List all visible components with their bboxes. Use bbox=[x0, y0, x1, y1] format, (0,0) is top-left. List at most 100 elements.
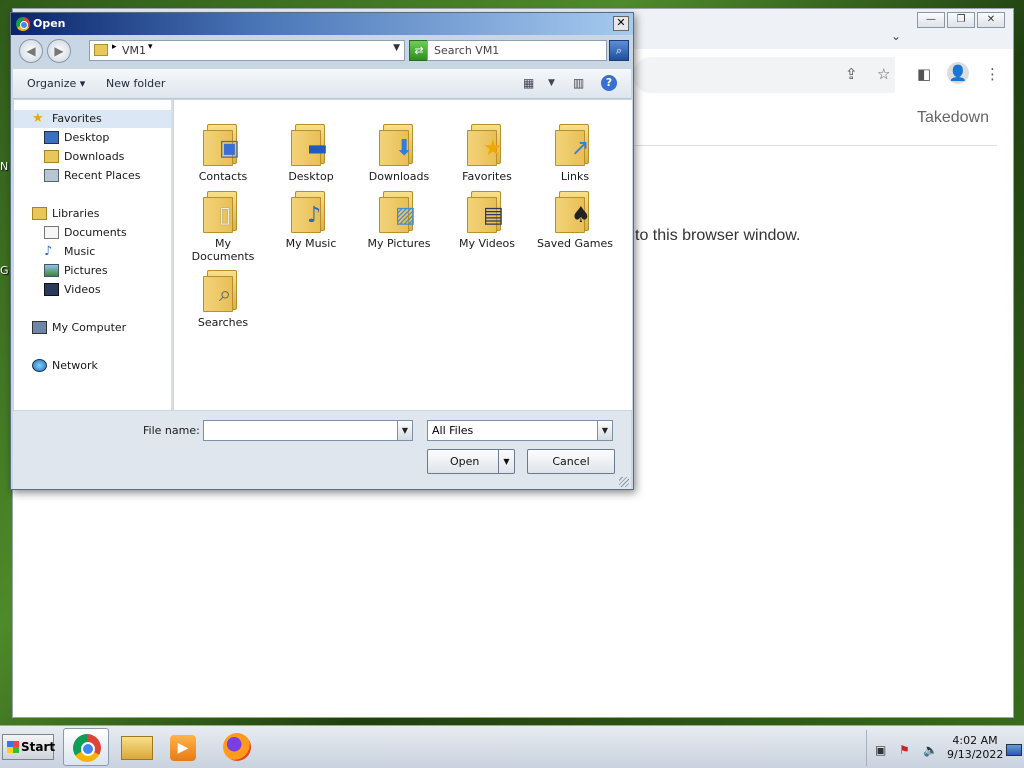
nav-item-documents[interactable]: Documents bbox=[14, 224, 171, 242]
file-name-dropdown-icon[interactable]: ▼ bbox=[397, 420, 413, 441]
refresh-icon[interactable]: ⇄ bbox=[409, 40, 429, 61]
file-type-select[interactable]: All Files bbox=[427, 420, 613, 441]
folder-my-documents[interactable]: ▯ My Documents bbox=[182, 189, 264, 263]
nav-item-favorites[interactable]: ★ Favorites bbox=[14, 110, 171, 128]
dialog-footer: File name: ▼ All Files ▼ Open ▼ Cancel bbox=[13, 411, 631, 489]
share-icon[interactable]: ⇪ bbox=[845, 65, 858, 83]
open-split-dropdown-icon[interactable]: ▼ bbox=[498, 450, 514, 473]
dialog-command-bar: Organize ▾ New folder ▦ ▼ ▥ ? bbox=[13, 69, 631, 99]
profile-avatar-icon[interactable]: 👤 bbox=[947, 62, 969, 84]
volume-icon[interactable]: 🔈 bbox=[923, 743, 938, 757]
taskbar-firefox[interactable] bbox=[214, 728, 260, 766]
system-tray: ▣ ⚑ 🔈 4:02 AM 9/13/2022 bbox=[866, 730, 1022, 766]
folder-downloads[interactable]: ⬇ Downloads bbox=[358, 122, 440, 183]
nav-item-network[interactable]: Network bbox=[14, 357, 171, 375]
nav-item-label: Recent Places bbox=[64, 169, 141, 182]
folder-searches[interactable]: ⌕ Searches bbox=[182, 268, 264, 329]
nav-item-desktop[interactable]: Desktop bbox=[14, 129, 171, 147]
nav-item-label: Videos bbox=[64, 283, 101, 296]
nav-item-recent-places[interactable]: Recent Places bbox=[14, 167, 171, 185]
folder-my-pictures[interactable]: ▨ My Pictures bbox=[358, 189, 440, 250]
folder-label: My Videos bbox=[458, 237, 516, 250]
organize-menu[interactable]: Organize ▾ bbox=[27, 77, 85, 90]
folder-favorites[interactable]: ★ Favorites bbox=[446, 122, 528, 183]
action-center-icon[interactable]: ⚑ bbox=[899, 743, 910, 757]
view-dropdown-icon[interactable]: ▼ bbox=[548, 78, 555, 88]
folder-my-videos[interactable]: ▤ My Videos bbox=[446, 189, 528, 250]
preview-pane-icon[interactable]: ▥ bbox=[573, 76, 584, 90]
nav-item-pictures[interactable]: Pictures bbox=[14, 262, 171, 280]
folder-saved-games[interactable]: ♠ Saved Games bbox=[534, 189, 616, 250]
searches-folder-icon: ⌕ bbox=[203, 268, 243, 314]
cancel-button[interactable]: Cancel bbox=[527, 449, 615, 474]
maximize-button[interactable]: ❐ bbox=[947, 12, 975, 28]
menu-kebab-icon[interactable]: ⋮ bbox=[985, 65, 1000, 83]
folder-label: My Documents bbox=[191, 237, 255, 263]
open-button[interactable]: Open ▼ bbox=[427, 449, 515, 474]
folder-links[interactable]: ↗ Links bbox=[534, 122, 616, 183]
windows-logo-icon bbox=[7, 741, 19, 753]
file-type-dropdown-icon[interactable]: ▼ bbox=[597, 420, 613, 441]
back-button[interactable]: ◀ bbox=[19, 39, 43, 63]
dialog-close-button[interactable]: ✕ bbox=[613, 16, 629, 31]
saved-games-folder-icon: ♠ bbox=[555, 189, 595, 235]
nav-item-my-computer[interactable]: My Computer bbox=[14, 319, 171, 337]
nav-item-music[interactable]: ♪ Music bbox=[14, 243, 171, 261]
nav-item-label: Documents bbox=[64, 226, 127, 239]
contacts-folder-icon: ▣ bbox=[203, 122, 243, 168]
file-name-input[interactable] bbox=[203, 420, 411, 441]
folder-my-music[interactable]: ♪ My Music bbox=[270, 189, 352, 250]
resize-grip-icon[interactable] bbox=[619, 477, 629, 487]
new-folder-button[interactable]: New folder bbox=[106, 77, 165, 90]
documents-icon bbox=[44, 226, 59, 239]
clock-date: 9/13/2022 bbox=[947, 748, 1004, 761]
taskbar-media-player[interactable]: ▶ bbox=[160, 728, 206, 766]
view-options-icon[interactable]: ▦ bbox=[523, 76, 534, 90]
folder-contacts[interactable]: ▣ Contacts bbox=[182, 122, 264, 183]
chevron-down-icon[interactable]: ▾ bbox=[148, 42, 153, 52]
nav-item-label: Favorites bbox=[52, 112, 102, 125]
bookmark-star-icon[interactable]: ☆ bbox=[877, 65, 890, 83]
forward-button[interactable]: ▶ bbox=[47, 39, 71, 63]
nav-item-videos[interactable]: Videos bbox=[14, 281, 171, 299]
network-icon bbox=[32, 359, 47, 372]
nav-item-label: Libraries bbox=[52, 207, 100, 220]
nav-item-libraries[interactable]: Libraries bbox=[14, 205, 171, 223]
nav-item-label: Network bbox=[52, 359, 98, 372]
address-field[interactable]: ▸ VM1 ▾ ▼ bbox=[89, 40, 405, 61]
side-panel-icon[interactable]: ◧ bbox=[917, 65, 931, 83]
folder-desktop[interactable]: ▬ Desktop bbox=[270, 122, 352, 183]
start-label: Start bbox=[21, 740, 56, 754]
network-tray-icon[interactable]: ▣ bbox=[875, 743, 886, 757]
desktop-icon-label-fragment: G bbox=[0, 264, 9, 277]
browser-window-controls: — ❐ ✕ bbox=[917, 12, 1005, 28]
open-button-label: Open bbox=[450, 455, 480, 468]
taskbar-chrome[interactable] bbox=[63, 728, 109, 766]
search-icon[interactable]: ⌕ bbox=[609, 40, 629, 61]
desktop-folder-icon: ▬ bbox=[291, 122, 331, 168]
help-icon[interactable]: ? bbox=[601, 75, 617, 91]
nav-item-label: Music bbox=[64, 245, 96, 258]
my-videos-folder-icon: ▤ bbox=[467, 189, 507, 235]
navigation-pane: ★ Favorites Desktop Downloads Recent Pla… bbox=[14, 100, 173, 410]
minimize-button[interactable]: — bbox=[917, 12, 945, 28]
favorites-folder-icon: ★ bbox=[467, 122, 507, 168]
tab-search-chevron-icon[interactable]: ⌄ bbox=[891, 29, 901, 43]
breadcrumb-vm1[interactable]: VM1 bbox=[122, 44, 146, 57]
nav-item-label: Desktop bbox=[64, 131, 110, 144]
dialog-title: Open bbox=[33, 17, 66, 30]
address-dropdown-icon[interactable]: ▼ bbox=[393, 43, 400, 53]
nav-item-downloads[interactable]: Downloads bbox=[14, 148, 171, 166]
taskbar-explorer[interactable] bbox=[114, 728, 160, 766]
dialog-address-bar: ◀ ▶ ▸ VM1 ▾ ▼ ⇄ Search VM1 ⌕ bbox=[13, 37, 631, 65]
show-desktop-icon[interactable] bbox=[1006, 744, 1022, 756]
clock[interactable]: 4:02 AM 9/13/2022 bbox=[947, 734, 1003, 762]
start-button[interactable]: Start bbox=[2, 734, 56, 760]
taskbar: Start ▶ ▣ ⚑ 🔈 4:02 AM 9/13/2022 bbox=[0, 725, 1024, 768]
takedown-link[interactable]: Takedown bbox=[917, 109, 989, 127]
nav-item-label: My Computer bbox=[52, 321, 127, 334]
search-input[interactable]: Search VM1 bbox=[427, 40, 607, 61]
close-button[interactable]: ✕ bbox=[977, 12, 1005, 28]
organize-label: Organize bbox=[27, 77, 77, 90]
chevron-right-icon[interactable]: ▸ bbox=[112, 42, 117, 52]
